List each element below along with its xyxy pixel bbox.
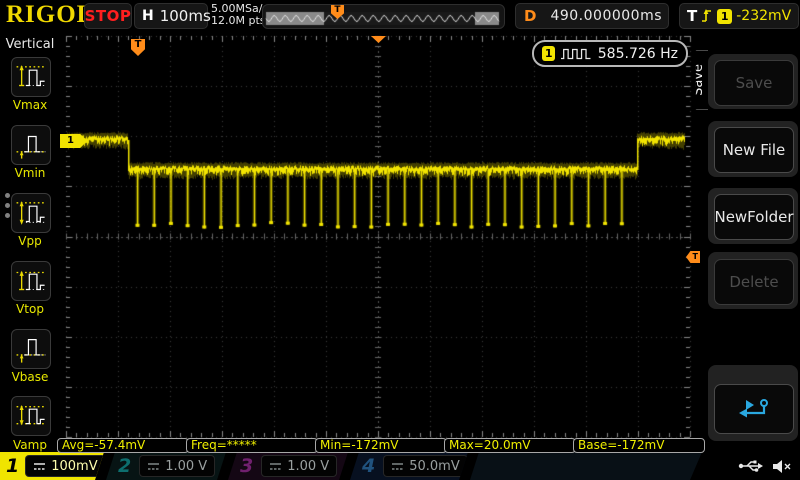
new-folder-button[interactable]: NewFolder (714, 194, 794, 240)
save-button[interactable]: Save (714, 60, 794, 106)
usb-icon (738, 460, 764, 472)
measurement-min: Min=-172mV (315, 438, 447, 453)
measurement-max: Max=20.0mV (444, 438, 576, 453)
new-file-button[interactable]: New File (714, 127, 794, 173)
measurement-avg: Avg=-57.4mV (57, 438, 189, 453)
delete-button[interactable]: Delete (714, 259, 794, 305)
measurement-freq: Freq=***** (186, 438, 318, 453)
counter-value: 585.726 Hz (597, 45, 678, 62)
status-icons (738, 454, 796, 478)
counter-channel-badge: 1 (542, 46, 556, 61)
back-button[interactable] (714, 384, 794, 434)
speaker-muted-icon (773, 459, 791, 473)
return-arrow-icon (739, 399, 768, 418)
oscilloscope-screen: RIGOL STOP H 100ms 5.00MSa/s 12.0M pts T… (0, 0, 800, 480)
measurement-base: Base=-172mV (573, 438, 705, 453)
waveform-display (0, 0, 800, 480)
square-wave-icon (561, 48, 591, 59)
frequency-counter: 1 585.726 Hz (532, 40, 688, 67)
